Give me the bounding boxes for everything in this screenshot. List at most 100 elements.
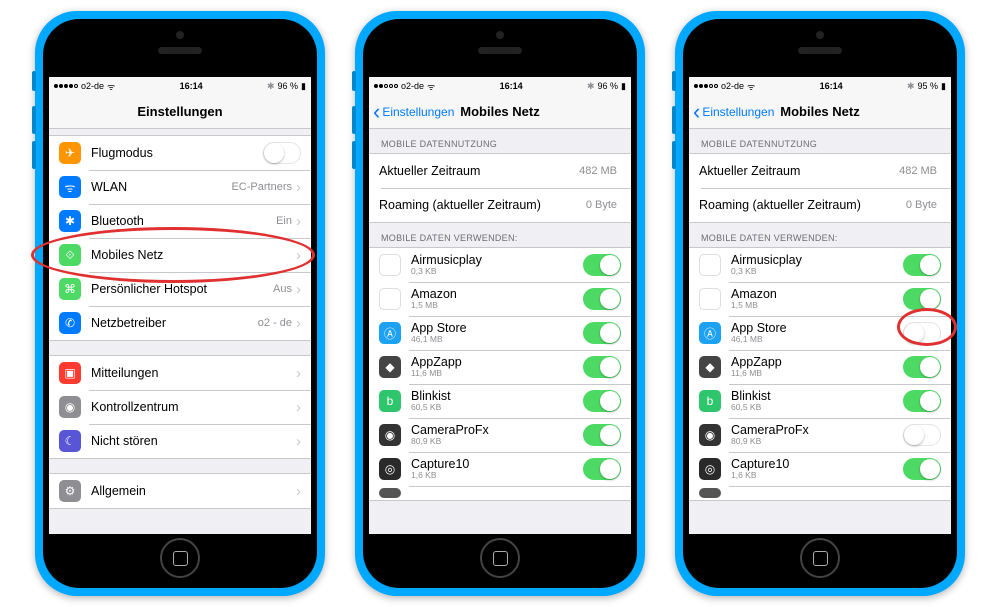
row-carrier[interactable]: ✆ Netzbetreiber o2 - de ›	[49, 306, 311, 340]
row-app-cut[interactable]	[369, 486, 631, 500]
app-icon: ◉	[699, 424, 721, 446]
row-app[interactable]: Ⓐ App Store46,1 MB	[369, 316, 631, 350]
home-button[interactable]	[160, 538, 200, 578]
row-app[interactable]: ◉ CameraProFx80,9 KB	[369, 418, 631, 452]
app-name: AppZapp	[731, 355, 903, 369]
airplane-toggle[interactable]	[263, 142, 301, 164]
mute-switch[interactable]	[32, 71, 36, 91]
label: Bluetooth	[91, 214, 276, 228]
volume-down[interactable]	[672, 141, 676, 169]
row-airplane[interactable]: ✈ Flugmodus	[49, 136, 311, 170]
back-button[interactable]: Einstellungen	[373, 105, 454, 119]
mute-switch[interactable]	[352, 71, 356, 91]
value: o2 - de	[258, 317, 292, 329]
row-notifications[interactable]: ▣ Mitteilungen ›	[49, 356, 311, 390]
app-size: 46,1 MB	[411, 335, 583, 345]
battery-icon: ▮	[941, 81, 946, 92]
app-toggle[interactable]	[583, 458, 621, 480]
row-app[interactable]: a Amazon1,5 MB	[689, 282, 951, 316]
row-app[interactable]: ◆ AppZapp11,6 MB	[689, 350, 951, 384]
row-general[interactable]: ⚙ Allgemein ›	[49, 474, 311, 508]
mute-switch[interactable]	[672, 71, 676, 91]
app-toggle[interactable]	[903, 424, 941, 446]
signal-icon	[54, 84, 78, 88]
app-name: CameraProFx	[411, 423, 583, 437]
row-app[interactable]: ◎ Capture101,6 KB	[689, 452, 951, 486]
row-mobile-data[interactable]: ⟐ Mobiles Netz ›	[49, 238, 311, 272]
battery-icon: ▮	[301, 81, 306, 92]
back-button[interactable]: Einstellungen	[693, 105, 774, 119]
volume-down[interactable]	[32, 141, 36, 169]
phone-body: o2-de ᯤ 16:14 ✱ 96 % ▮ Einstellungen ✈	[43, 19, 317, 588]
app-icon: a	[379, 288, 401, 310]
mobile-data-list[interactable]: MOBILE DATENNUTZUNG Aktueller Zeitraum 4…	[369, 129, 631, 534]
statusbar: o2-de ᯤ 16:14 ✱ 95 % ▮	[689, 77, 951, 95]
app-toggle[interactable]	[903, 254, 941, 276]
wifi-icon: ᯤ	[107, 80, 115, 93]
mobile-data-list[interactable]: MOBILE DATENNUTZUNG Aktueller Zeitraum 4…	[689, 129, 951, 534]
airplane-icon: ✈	[59, 142, 81, 164]
row-dnd[interactable]: ☾ Nicht stören ›	[49, 424, 311, 458]
wifi-icon: ᯤ	[59, 176, 81, 198]
row-bluetooth[interactable]: ✱ Bluetooth Ein ›	[49, 204, 311, 238]
home-button[interactable]	[800, 538, 840, 578]
volume-up[interactable]	[352, 106, 356, 134]
row-app[interactable]: ♪ Airmusicplay0,3 KB	[689, 248, 951, 282]
phone-body: o2-de ᯤ 16:14 ✱ 95 % ▮ Einstellungen Mob…	[683, 19, 957, 588]
row-roaming[interactable]: Roaming (aktueller Zeitraum) 0 Byte	[369, 188, 631, 222]
row-app[interactable]: ♪ Airmusicplay0,3 KB	[369, 248, 631, 282]
app-toggle[interactable]	[583, 424, 621, 446]
row-roaming[interactable]: Roaming (aktueller Zeitraum) 0 Byte	[689, 188, 951, 222]
phone-icon: ✆	[59, 312, 81, 334]
chevron-icon: ›	[296, 483, 301, 500]
volume-up[interactable]	[32, 106, 36, 134]
label: Persönlicher Hotspot	[91, 282, 273, 296]
camera-icon	[176, 31, 184, 39]
app-icon: a	[699, 288, 721, 310]
row-app[interactable]: a Amazon1,5 MB	[369, 282, 631, 316]
value: 0 Byte	[906, 199, 937, 211]
home-button[interactable]	[480, 538, 520, 578]
row-app[interactable]: ◎ Capture101,6 KB	[369, 452, 631, 486]
app-toggle[interactable]	[583, 322, 621, 344]
app-icon: ♪	[379, 254, 401, 276]
row-app[interactable]: b Blinkist60,5 KB	[369, 384, 631, 418]
app-toggle[interactable]	[583, 254, 621, 276]
row-controlcenter[interactable]: ◉ Kontrollzentrum ›	[49, 390, 311, 424]
app-size: 11,6 MB	[731, 369, 903, 379]
app-toggle[interactable]	[583, 288, 621, 310]
row-app[interactable]: b Blinkist60,5 KB	[689, 384, 951, 418]
row-app[interactable]: ◉ CameraProFx80,9 KB	[689, 418, 951, 452]
navbar: Einstellungen	[49, 95, 311, 129]
app-size: 0,3 KB	[731, 267, 903, 277]
volume-up[interactable]	[672, 106, 676, 134]
bluetooth-icon: ✱	[59, 210, 81, 232]
app-icon: ◎	[379, 458, 401, 480]
notify-icon: ▣	[59, 362, 81, 384]
screen: o2-de ᯤ 16:14 ✱ 95 % ▮ Einstellungen Mob…	[689, 77, 951, 534]
time-label: 16:14	[500, 81, 523, 91]
row-app-cut[interactable]	[689, 486, 951, 500]
volume-down[interactable]	[352, 141, 356, 169]
app-toggle[interactable]	[903, 390, 941, 412]
app-name: Amazon	[411, 287, 583, 301]
phone-2: o2-de ᯤ 16:14 ✱ 96 % ▮ Einstellungen Mob…	[355, 11, 645, 596]
app-name: CameraProFx	[731, 423, 903, 437]
app-icon: b	[379, 390, 401, 412]
settings-list[interactable]: ✈ Flugmodus ᯤ WLAN EC-Partners › ✱ Bluet…	[49, 129, 311, 534]
bluetooth-icon: ✱	[267, 81, 275, 92]
app-toggle[interactable]	[903, 458, 941, 480]
row-hotspot[interactable]: ⌘ Persönlicher Hotspot Aus ›	[49, 272, 311, 306]
speaker	[158, 47, 202, 54]
row-app[interactable]: ◆ AppZapp11,6 MB	[369, 350, 631, 384]
app-toggle[interactable]	[583, 356, 621, 378]
row-current-period[interactable]: Aktueller Zeitraum 482 MB	[689, 154, 951, 188]
app-toggle[interactable]	[583, 390, 621, 412]
row-app-appstore[interactable]: Ⓐ App Store46,1 MB	[689, 316, 951, 350]
app-size: 1,5 MB	[411, 301, 583, 311]
app-toggle[interactable]	[903, 356, 941, 378]
row-wlan[interactable]: ᯤ WLAN EC-Partners ›	[49, 170, 311, 204]
row-current-period[interactable]: Aktueller Zeitraum 482 MB	[369, 154, 631, 188]
app-toggle[interactable]	[903, 288, 941, 310]
app-toggle[interactable]	[903, 322, 941, 344]
